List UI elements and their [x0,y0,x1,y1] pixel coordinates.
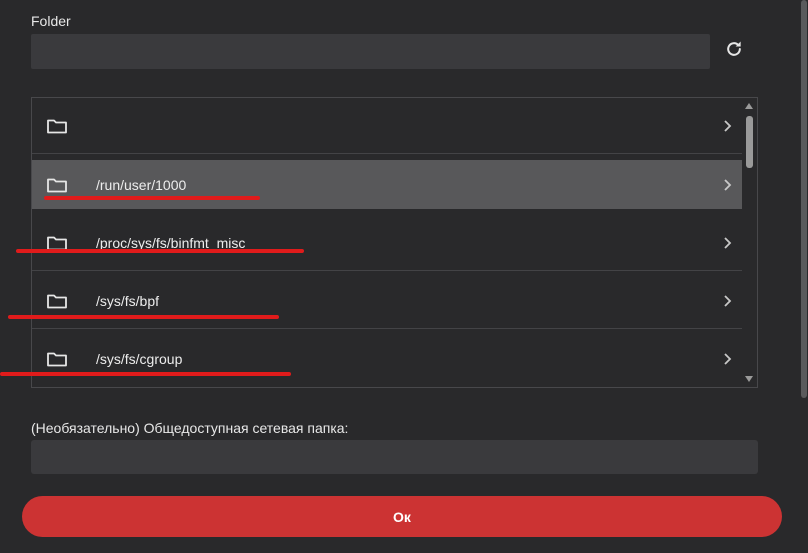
folder-list-item[interactable]: /sys/fs/bpf [32,273,742,329]
scroll-thumb[interactable] [746,116,753,168]
folder-label: Folder [31,13,71,29]
share-input[interactable] [31,440,758,474]
folder-list: /run/user/1000 /proc/sys/fs/binfmt_misc … [31,97,758,388]
annotation-underline [0,372,291,376]
folder-icon [47,294,67,308]
annotation-underline [44,196,260,200]
scroll-up-arrow[interactable] [745,103,753,109]
scroll-down-arrow[interactable] [745,376,753,382]
annotation-underline [16,249,304,253]
folder-icon [47,119,67,133]
folder-list-item[interactable]: /run/user/1000 [32,160,742,209]
chevron-right-icon [724,294,732,307]
folder-icon [47,352,67,367]
folder-icon [47,178,67,192]
folder-input[interactable] [31,34,710,69]
folder-path: /sys/fs/cgroup [96,351,183,367]
ok-button[interactable]: Ок [22,496,782,537]
folder-list-item[interactable] [32,98,742,154]
chevron-right-icon [724,236,732,249]
refresh-button[interactable] [722,37,746,61]
chevron-right-icon [724,178,732,191]
refresh-icon [727,41,741,56]
chevron-right-icon [724,119,732,132]
folder-list-item[interactable]: /proc/sys/fs/binfmt_misc [32,215,742,271]
page-scrollbar[interactable] [801,0,807,398]
chevron-right-icon [724,353,732,365]
folder-path: /sys/fs/bpf [96,292,160,309]
list-scrollbar[interactable] [742,98,757,387]
annotation-underline [8,315,279,319]
folder-list-item[interactable]: /sys/fs/cgroup [32,331,742,387]
share-label: (Необязательно) Общедоступная сетевая па… [31,420,349,436]
folder-path: /run/user/1000 [96,176,187,193]
